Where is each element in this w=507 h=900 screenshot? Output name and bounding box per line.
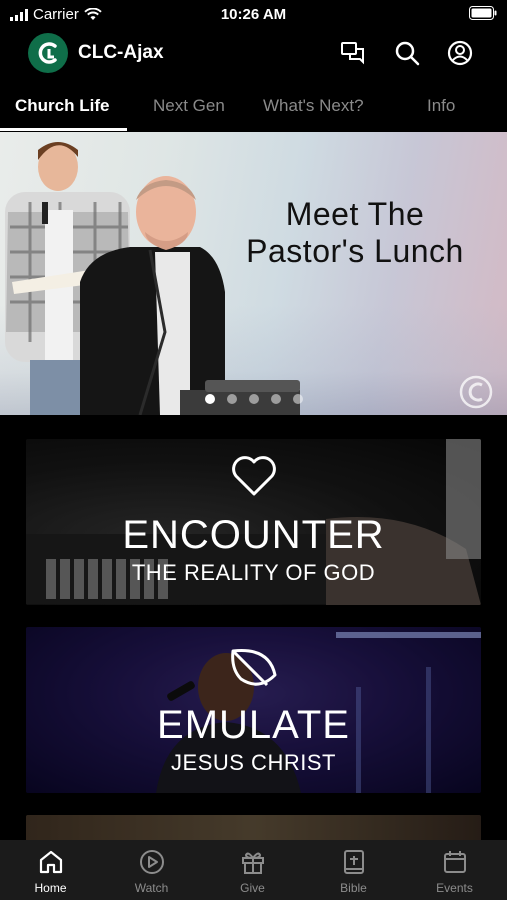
carousel-dots (205, 394, 303, 404)
app-header: CLC-Ajax (0, 30, 507, 78)
heart-icon (231, 456, 276, 496)
nav-label: Give (240, 881, 265, 895)
calendar-icon (443, 851, 466, 873)
church-logo[interactable] (28, 33, 68, 73)
profile-button[interactable] (445, 38, 475, 68)
tab-info[interactable]: Info (427, 96, 455, 116)
gift-icon (241, 852, 264, 874)
status-time: 10:26 AM (220, 6, 287, 23)
nav-label: Events (436, 881, 473, 895)
card-title: EMULATE (157, 703, 350, 747)
nav-events[interactable]: Events (404, 848, 505, 895)
account-icon (447, 40, 473, 66)
messages-button[interactable] (338, 38, 368, 68)
search-icon (395, 41, 420, 66)
carousel-dot[interactable] (227, 394, 237, 404)
home-icon (39, 850, 62, 874)
hero-banner[interactable]: Meet The Pastor's Lunch (0, 132, 507, 415)
nav-give[interactable]: Give (202, 848, 303, 895)
status-right (469, 6, 497, 24)
nav-watch[interactable]: Watch (101, 848, 202, 895)
clc-logo-icon (38, 42, 57, 64)
card-subtitle: JESUS CHRIST (171, 750, 336, 775)
app-title: CLC-Ajax (78, 42, 164, 63)
carousel-dot[interactable] (271, 394, 281, 404)
bottom-nav: Home Watch Give Bible Events (0, 840, 507, 900)
leaf-icon (230, 649, 276, 687)
chat-icon (341, 42, 364, 65)
nav-label: Bible (340, 881, 367, 895)
card-title: ENCOUNTER (122, 513, 385, 557)
nav-label: Home (34, 881, 67, 895)
play-icon (139, 850, 164, 874)
card-subtitle: THE REALITY OF GOD (131, 560, 376, 585)
encounter-card[interactable]: ENCOUNTER THE REALITY OF GOD (26, 439, 481, 605)
card-icon-wrap (26, 645, 481, 696)
tab-whats-next[interactable]: What's Next? (263, 96, 364, 116)
active-tab-indicator (0, 128, 127, 131)
search-button[interactable] (392, 38, 422, 68)
status-bar: Carrier 10:26 AM (0, 0, 507, 30)
nav-bible[interactable]: Bible (303, 848, 404, 895)
bible-icon (343, 850, 364, 874)
top-tabs: Church Life Next Gen What's Next? Info (0, 88, 507, 132)
hero-title: Meet The Pastor's Lunch (246, 196, 464, 269)
nav-home[interactable]: Home (0, 848, 101, 895)
emulate-card[interactable]: EMULATE JESUS CHRIST (26, 627, 481, 793)
battery-icon (469, 6, 497, 20)
carousel-dot[interactable] (205, 394, 215, 404)
nav-label: Watch (134, 881, 169, 895)
hero-people-image (5, 142, 300, 415)
carousel-dot[interactable] (249, 394, 259, 404)
tab-church-life[interactable]: Church Life (15, 96, 109, 116)
card-icon-wrap (26, 455, 481, 502)
clc-watermark-icon (459, 375, 493, 409)
tab-next-gen[interactable]: Next Gen (153, 96, 225, 116)
carousel-dot[interactable] (293, 394, 303, 404)
